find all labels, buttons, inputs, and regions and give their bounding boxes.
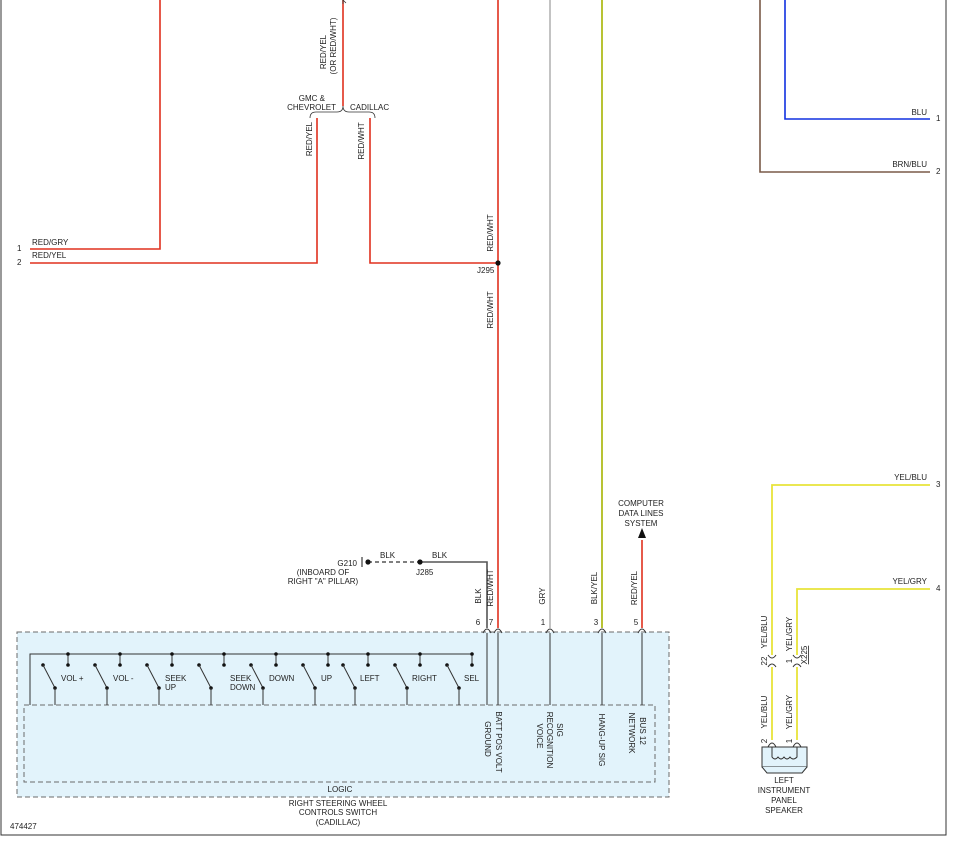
ground-g210: G210 (INBOARD OF RIGHT "A" PILLAR) BLK B… [288,551,448,586]
right-pin-4-number: 4 [936,584,941,593]
speaker-name-2: INSTRUMENT [758,786,811,795]
right-pin-4-wire: YEL/GRY [892,577,927,586]
wire-yel-gry [796,588,930,655]
gmc-chevrolet-label-1: GMC & [299,94,326,103]
right-pin-2-wire: BRN/BLU [892,160,927,169]
speaker-name-3: PANEL [771,796,797,805]
gmc-chevrolet-label-2: CHEVROLET [287,103,336,112]
pin1-wire: GRY [538,587,547,605]
pin7-wire: RED/WHT [486,569,495,606]
switch-seek-down-label-2: DOWN [230,683,256,692]
data-lines-arrow-icon [638,528,646,538]
pin3-function: HANG-UP SIG [597,714,606,767]
ground-wire-right: BLK [432,551,448,560]
pin1-number: 1 [541,618,546,627]
cadillac-label: CADILLAC [350,103,389,112]
speaker-name-4: SPEAKER [765,806,803,815]
speaker-pin1-number: 1 [785,738,794,743]
speaker-pin1-wire: YEL/GRY [785,694,794,729]
junction-j295: RED/WHT J295 RED/WHT [477,214,495,328]
ground-location-1: (INBOARD OF [297,568,350,577]
wire-blu [784,0,930,120]
switch-module: LOGIC 6 7 1 3 5 GROUND BATT POS VOLT VOI… [16,618,670,827]
j295-wire-below: RED/WHT [486,291,495,328]
switch-vol-plus-label: VOL + [61,674,84,683]
speaker-pin2-number: 2 [760,738,769,743]
right-branch-wire-label: RED/WHT [357,122,366,159]
speaker-name-1: LEFT [774,776,794,785]
switch-right-label: RIGHT [412,674,437,683]
wire-red-yel-pin2 [30,118,318,264]
pin3-wire: BLK/YEL [590,571,599,604]
ground-location-2: RIGHT "A" PILLAR) [288,577,359,586]
left-branch-wire-label: RED/YEL [305,121,314,156]
ground-wire-left: BLK [380,551,396,560]
switch-seek-up-label-2: UP [165,683,176,692]
cdl-line-2: DATA LINES [618,509,663,518]
pin5-function-2: BUS 12 [638,717,647,745]
top-wire-label-2: (OR RED/WHT) [329,17,338,74]
junction-j295-dot [495,260,501,266]
right-pin-1-number: 1 [936,114,941,123]
switch-seek-up-label-1: SEEK [165,674,187,683]
pin6-wire: BLK [474,588,483,604]
left-pin-2-number: 2 [17,258,22,267]
right-pin-3-wire: YEL/BLU [894,473,927,482]
speaker-pin2-wire: YEL/BLU [760,695,769,728]
right-pin-1-wire: BLU [911,108,927,117]
switch-vol-minus-label: VOL - [113,674,134,683]
ground-g210-dot [365,559,371,565]
pin5-number: 5 [634,618,639,627]
cdl-line-3: SYSTEM [625,519,658,528]
ground-name: G210 [337,559,357,568]
computer-data-lines-label: COMPUTER DATA LINES SYSTEM [618,499,664,528]
j295-label: J295 [477,266,495,275]
j285-label: J285 [416,568,434,577]
switch-left-label: LEFT [360,674,380,683]
left-pin-1-wire: RED/GRY [32,238,69,247]
right-pin-2-number: 2 [936,167,941,176]
pin6-number: 6 [476,618,481,627]
pin5-wire: RED/YEL [630,570,639,605]
cdl-line-1: COMPUTER [618,499,664,508]
wiring-diagram: RED/YEL (OR RED/WHT) GMC & CHEVROLET CAD… [0,0,947,836]
pin5-function-1: NETWORK [627,713,636,755]
top-splice-labels: RED/YEL (OR RED/WHT) GMC & CHEVROLET CAD… [287,17,389,159]
x225-pin22-wire: YEL/BLU [760,615,769,648]
top-wire-label-1: RED/YEL [319,34,328,69]
module-name-3: (CADILLAC) [316,818,361,827]
logic-box [23,704,656,783]
wire-red-wht-cadillac [369,118,498,264]
switch-seek-down-label-1: SEEK [230,674,252,683]
pin6-function: GROUND [483,721,492,757]
junction-j285-dot [417,559,423,565]
switch-down-label: DOWN [269,674,295,683]
speaker-base [761,766,808,774]
right-pin-3-number: 3 [936,480,941,489]
switch-up-label: UP [321,674,332,683]
pin7-function: BATT POS VOLT [494,711,503,772]
pin1-function-1: VOICE [535,724,544,749]
module-name-1: RIGHT STEERING WHEEL [289,799,388,808]
pin1-function-2: RECOGNITION [545,712,554,769]
x225-pin1-wire: YEL/GRY [785,616,794,651]
speaker: YEL/BLU YEL/GRY 2 1 LEFT INSTRUMENT PANE… [758,694,811,815]
diagram-id: 474427 [10,822,37,831]
left-pin-2-wire: RED/YEL [32,251,67,260]
module-name-2: CONTROLS SWITCH [299,808,377,817]
x225-pin1-number: 1 [785,658,794,663]
pin3-number: 3 [594,618,599,627]
connector-x225: YEL/BLU 22 YEL/GRY 1 X225 [760,615,809,668]
logic-label: LOGIC [328,785,353,794]
right-pins: BLU 1 BRN/BLU 2 YEL/BLU 3 YEL/GRY 4 [892,108,941,593]
wire-yel-blu [771,484,930,655]
j295-wire-above: RED/WHT [486,214,495,251]
pin7-number: 7 [489,618,494,627]
left-pin-1-number: 1 [17,244,22,253]
pin1-function-3: SIG [555,723,564,737]
switch-sel-label: SEL [464,674,480,683]
x225-label: X225 [800,645,809,664]
x225-pin22-number: 22 [760,656,769,665]
wire-red-gry-pin1 [30,0,161,250]
